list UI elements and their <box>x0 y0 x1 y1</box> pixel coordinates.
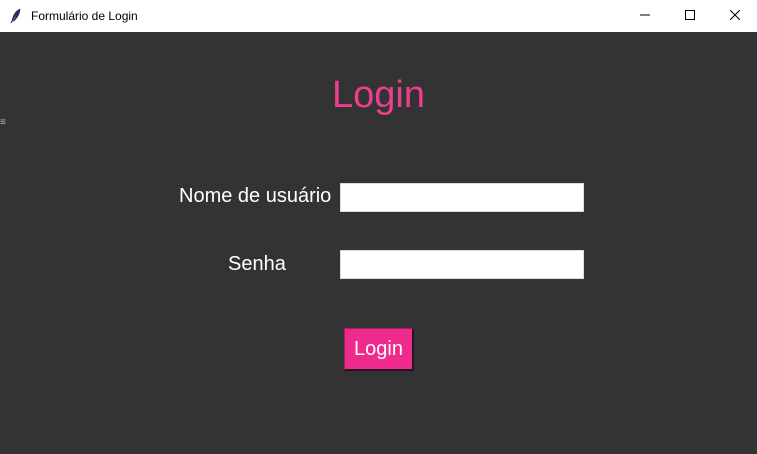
resize-handle: ≡ <box>0 117 6 128</box>
login-form: ≡ Login Nome de usuário Senha Login <box>0 32 757 454</box>
password-field[interactable] <box>340 250 584 279</box>
maximize-icon <box>685 7 695 25</box>
close-icon <box>729 7 741 25</box>
page-title: Login <box>332 74 425 116</box>
maximize-button[interactable] <box>667 0 713 32</box>
password-label: Senha <box>228 253 286 275</box>
close-button[interactable] <box>712 0 757 32</box>
title-bar[interactable]: Formulário de Login <box>0 0 757 32</box>
login-button[interactable]: Login <box>344 328 414 371</box>
username-field[interactable] <box>340 183 584 212</box>
feather-icon <box>8 8 24 24</box>
window-title: Formulário de Login <box>31 9 138 23</box>
app-window: Formulário de Login ≡ Login Nome de usuá… <box>0 0 757 454</box>
minimize-icon <box>640 7 650 25</box>
minimize-button[interactable] <box>622 0 668 32</box>
username-label: Nome de usuário <box>179 185 332 207</box>
